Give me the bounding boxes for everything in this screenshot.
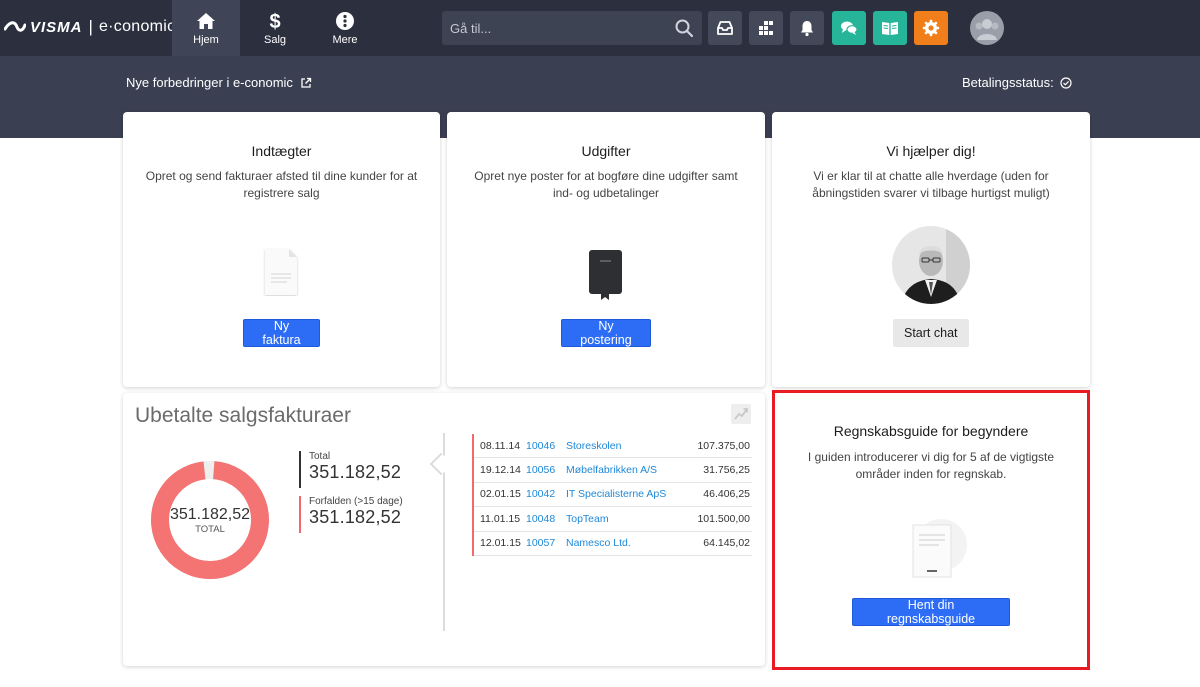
- gear-icon: [922, 19, 940, 37]
- table-row[interactable]: 02.01.15 10042 IT Specialisterne ApS 46.…: [474, 483, 752, 508]
- unpaid-invoices-title: Ubetalte salgsfakturaer: [135, 404, 351, 427]
- payment-status-label: Betalingsstatus:: [962, 75, 1054, 90]
- total-stat-value: 351.182,52: [309, 462, 402, 482]
- expenses-title: Udgifter: [581, 143, 631, 159]
- get-guide-button[interactable]: Hent din regnskabsguide: [852, 598, 1010, 626]
- new-invoice-button[interactable]: Ny faktura: [243, 319, 320, 347]
- logo-product: e·conomic: [98, 18, 176, 35]
- invoice-number-link[interactable]: 10042: [526, 488, 566, 500]
- invoice-number-link[interactable]: 10056: [526, 464, 566, 476]
- nav-more-label: Mere: [332, 33, 358, 46]
- bell-icon: [801, 21, 813, 37]
- table-row[interactable]: 19.12.14 10056 Møbelfabrikken A/S 31.756…: [474, 458, 752, 483]
- settings-button[interactable]: [914, 11, 948, 45]
- help-guide-button[interactable]: [873, 11, 907, 45]
- inbox-icon: [717, 21, 733, 35]
- more-icon: [336, 11, 354, 30]
- invoice-number-link[interactable]: 10046: [526, 440, 566, 452]
- document-icon: [265, 249, 297, 295]
- new-entry-button[interactable]: Ny postering: [561, 319, 651, 347]
- invoice-number-link[interactable]: 10057: [526, 537, 566, 549]
- invoice-date: 11.01.15: [480, 512, 521, 525]
- book-icon: [882, 22, 898, 35]
- guide-title: Regnskabsguide for begyndere: [833, 423, 1029, 439]
- invoice-date: 19.12.14: [480, 464, 521, 477]
- overdue-stat-label: Forfalden (>15 dage): [309, 496, 403, 507]
- donut-total-value: 351.182,52: [169, 506, 251, 523]
- help-description: Vi er klar til at chatte alle hverdage (…: [812, 169, 1050, 200]
- expenses-description: Opret nye poster for at bogføre dine udg…: [474, 169, 738, 200]
- nav-sales-label: Salg: [263, 33, 287, 46]
- total-stat: Total 351.182,52: [299, 451, 401, 488]
- invoice-amount: 46.406,25: [703, 488, 750, 501]
- total-stat-label: Total: [309, 451, 331, 462]
- divider-pointer: [429, 452, 453, 476]
- payment-status[interactable]: Betalingsstatus:: [962, 75, 1072, 90]
- accounting-guide-card: Regnskabsguide for begyndere I guiden in…: [772, 390, 1090, 670]
- user-avatar[interactable]: [970, 11, 1004, 45]
- help-card: Vi hjælper dig! Vi er klar til at chatte…: [772, 112, 1090, 387]
- expenses-card: Udgifter Opret nye poster for at bogføre…: [447, 112, 765, 387]
- nav-more[interactable]: Mere: [311, 0, 379, 56]
- user-group-icon: [975, 19, 999, 40]
- apps-icon: [759, 21, 773, 35]
- nav-home[interactable]: Hjem: [172, 0, 240, 56]
- table-row[interactable]: 11.01.15 10048 TopTeam 101.500,00: [474, 507, 752, 532]
- notifications-button[interactable]: [790, 11, 824, 45]
- search-box: [442, 11, 702, 45]
- income-description: Opret og send fakturaer afsted til dine …: [145, 169, 418, 200]
- customer-link[interactable]: Storeskolen: [566, 440, 682, 452]
- invoice-amount: 31.756,25: [703, 464, 750, 477]
- table-row[interactable]: 08.11.14 10046 Storeskolen 107.375,00: [474, 434, 752, 459]
- customer-link[interactable]: TopTeam: [566, 513, 682, 525]
- home-icon: [197, 12, 215, 29]
- apps-button[interactable]: [749, 11, 783, 45]
- external-link-icon: [301, 77, 312, 88]
- invoice-date: 02.01.15: [480, 488, 521, 501]
- trend-line-icon: [734, 408, 748, 420]
- help-title: Vi hjælper dig!: [886, 143, 976, 159]
- trend-chart-button[interactable]: [731, 404, 751, 424]
- overdue-stat-value: 351.182,52: [309, 507, 402, 527]
- customer-link[interactable]: Møbelfabrikken A/S: [566, 464, 682, 476]
- invoice-amount: 101.500,00: [697, 512, 750, 525]
- guide-booklet-icon: [912, 519, 967, 578]
- income-card: Indtægter Opret og send fakturaer afsted…: [123, 112, 440, 387]
- table-row[interactable]: 12.01.15 10057 Namesco Ltd. 64.145,02: [474, 532, 752, 556]
- invoice-number-link[interactable]: 10048: [526, 513, 566, 525]
- search-icon[interactable]: [675, 19, 693, 37]
- overdue-stat: Forfalden (>15 dage) 351.182,52: [299, 496, 403, 533]
- unpaid-invoices-card: Ubetalte salgsfakturaer 351.182,52 TOTAL…: [123, 393, 765, 666]
- news-link[interactable]: Nye forbedringer i e-conomic: [126, 75, 312, 90]
- search-input[interactable]: [442, 11, 662, 45]
- customer-link[interactable]: Namesco Ltd.: [566, 537, 682, 549]
- invoice-amount: 107.375,00: [697, 439, 750, 452]
- logo-brand: VISMA: [30, 18, 83, 36]
- customer-link[interactable]: IT Specialisterne ApS: [566, 488, 682, 500]
- donut-total-label: TOTAL: [195, 524, 225, 535]
- nav-home-label: Hjem: [193, 33, 219, 46]
- invoice-date: 12.01.15: [480, 537, 521, 550]
- start-chat-button[interactable]: Start chat: [893, 319, 969, 347]
- chat-icon: [841, 21, 858, 35]
- unpaid-invoice-list: 08.11.14 10046 Storeskolen 107.375,00 19…: [472, 434, 752, 556]
- top-navigation-bar: VISMA | e·conomic Hjem $ Salg Mere: [0, 0, 1200, 56]
- invoice-date: 08.11.14: [480, 439, 521, 452]
- guide-description: I guiden introducerer vi dig for 5 af de…: [807, 450, 1055, 481]
- ledger-book-icon: [589, 250, 622, 300]
- invoice-amount: 64.145,02: [703, 537, 750, 550]
- logo-separator: |: [88, 17, 93, 36]
- check-circle-icon: [1060, 76, 1072, 89]
- svg-text:$: $: [269, 11, 280, 31]
- support-agent-photo: [892, 226, 970, 304]
- news-link-label: Nye forbedringer i e-conomic: [126, 75, 293, 90]
- dollar-icon: $: [269, 11, 280, 31]
- visma-wave-icon: [4, 21, 26, 32]
- chat-button[interactable]: [832, 11, 866, 45]
- inbox-button[interactable]: [708, 11, 742, 45]
- nav-sales[interactable]: $ Salg: [241, 0, 309, 56]
- visma-economic-logo[interactable]: VISMA | e·conomic: [4, 16, 175, 38]
- income-title: Indtægter: [251, 143, 312, 159]
